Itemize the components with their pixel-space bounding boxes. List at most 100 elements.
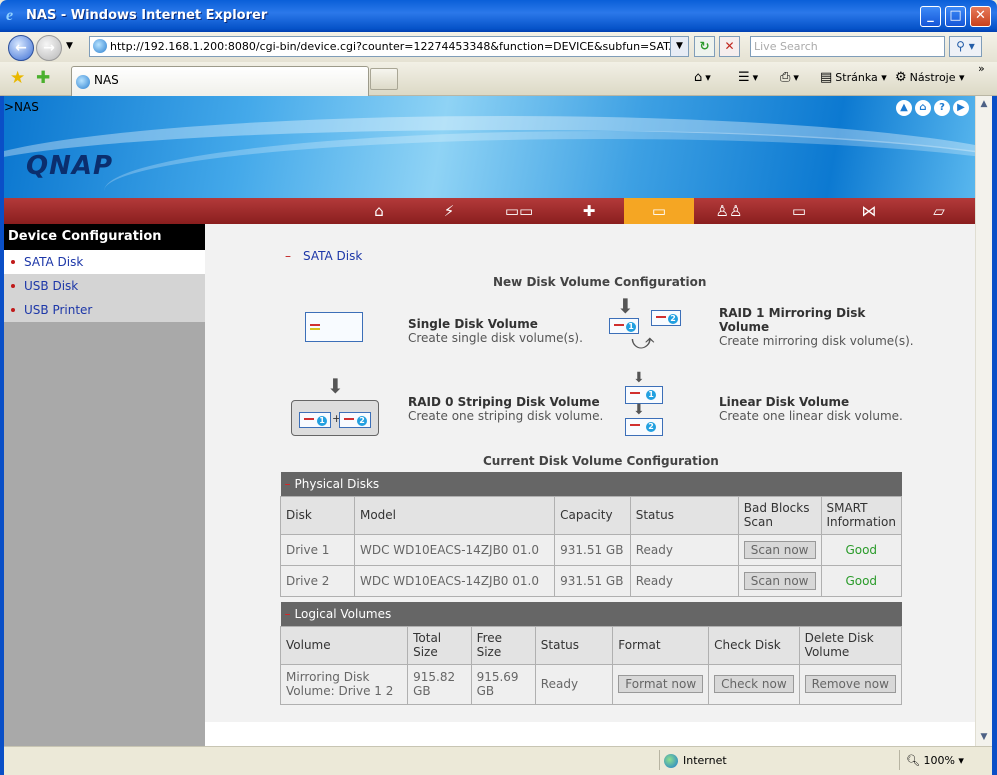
smart-status-link[interactable]: Good: [845, 574, 877, 588]
cell-disk: Drive 1: [280, 533, 355, 566]
nav-tools-icon[interactable]: ⋈: [834, 198, 904, 224]
close-button[interactable]: ✕: [970, 6, 991, 27]
sidebar-item-usb-printer[interactable]: USB Printer: [4, 298, 205, 322]
tab-nas[interactable]: NAS: [71, 66, 369, 96]
forward-button[interactable]: →: [36, 35, 62, 61]
scroll-up-icon[interactable]: ▲: [976, 96, 992, 113]
collapse-icon[interactable]: –: [285, 477, 291, 491]
raid0-striping-icon[interactable]: ⬇ 1 + 2: [291, 374, 379, 436]
cell-scan: Scan now: [737, 533, 822, 566]
table-row: Drive 2 WDC WD10EACS-14ZJB0 01.0 931.51 …: [280, 564, 902, 597]
history-dropdown-icon[interactable]: ▼: [66, 41, 73, 51]
column-header: Status: [629, 495, 739, 535]
nav-status-icon[interactable]: ▱: [904, 198, 974, 224]
option-title[interactable]: RAID 1 Mirroring Disk Volume: [719, 306, 879, 334]
scan-now-button[interactable]: Scan now: [743, 571, 816, 590]
favorites-star-icon[interactable]: ★: [10, 68, 25, 88]
cell-capacity: 931.51 GB: [554, 533, 631, 566]
bullet-icon: [11, 284, 15, 288]
option-title[interactable]: Single Disk Volume: [408, 317, 538, 331]
nav-users-icon[interactable]: ♙♙: [694, 198, 764, 224]
search-icon[interactable]: ⚲ ▾: [949, 36, 982, 57]
address-field[interactable]: http://192.168.1.200:8080/cgi-bin/device…: [89, 36, 689, 57]
format-now-button[interactable]: Format now: [618, 675, 704, 693]
vertical-scrollbar[interactable]: ▲ ▼: [975, 96, 992, 746]
caption-label: Physical Disks: [294, 476, 380, 491]
sidebar-item-usb-disk[interactable]: USB Disk: [4, 274, 205, 298]
cell-volume: Mirroring Disk Volume: Drive 1 2: [279, 663, 409, 705]
check-now-button[interactable]: Check now: [714, 675, 794, 693]
sidebar-item-sata-disk[interactable]: SATA Disk: [4, 250, 205, 274]
home-button[interactable]: ⌂ ▾: [694, 70, 711, 85]
up-icon[interactable]: ▲: [896, 100, 912, 116]
scroll-down-icon[interactable]: ▼: [976, 729, 992, 746]
back-button[interactable]: ←: [8, 35, 34, 61]
remove-now-button[interactable]: Remove now: [804, 675, 896, 693]
cell-scan: Scan now: [737, 564, 822, 597]
qnap-logo: QNAP: [26, 151, 114, 181]
page-icon: [93, 39, 107, 53]
sidebar-item-label: SATA Disk: [24, 255, 84, 269]
disk-number: 1: [317, 416, 327, 426]
next-icon[interactable]: ▶: [953, 100, 969, 116]
option-title[interactable]: RAID 0 Striping Disk Volume: [408, 395, 600, 409]
minimize-button[interactable]: _: [920, 6, 941, 27]
scan-now-button[interactable]: Scan now: [743, 540, 816, 559]
nav-home-icon[interactable]: ⌂: [344, 198, 414, 224]
down-arrow-icon: ⬇: [633, 402, 645, 418]
disk-graphic: 2: [651, 310, 681, 326]
maximize-button[interactable]: □: [945, 6, 966, 27]
new-tab-button[interactable]: [370, 68, 398, 90]
disk-graphic: 2: [625, 418, 663, 436]
disk-led: [630, 424, 640, 426]
add-favorite-icon[interactable]: ✚: [36, 68, 50, 88]
cell-status: Ready: [629, 533, 739, 566]
stop-icon[interactable]: ✕: [719, 36, 740, 57]
disk-number: 2: [646, 422, 656, 432]
address-dropdown-icon[interactable]: ▼: [670, 36, 689, 57]
page-viewport: >NAS QNAP ▲ ⌂? ▶ ⌂ ⚡ ▭▭ ✚ ▭ ♙♙ ▭ ⋈ ▱ Devic…: [4, 96, 975, 746]
table-caption: – Physical Disks: [280, 472, 902, 496]
help-icon[interactable]: ?: [934, 100, 950, 116]
option-title[interactable]: Linear Disk Volume: [719, 395, 849, 409]
tools-menu[interactable]: ⚙ Nástroje ▾: [895, 70, 965, 85]
column-header: Check Disk: [708, 625, 800, 665]
nav-device-icon[interactable]: ▭: [624, 198, 694, 224]
nav-services-icon[interactable]: ✚: [554, 198, 624, 224]
more-chevron-icon[interactable]: »: [978, 62, 985, 75]
nav-system-icon[interactable]: ▭▭: [484, 198, 554, 224]
cell-smart: Good: [820, 564, 902, 597]
new-config-title: New Disk Volume Configuration: [493, 275, 707, 289]
linear-disk-icon[interactable]: ⬇ 1 ⬇ 2: [621, 370, 665, 440]
feeds-button[interactable]: ☰ ▾: [738, 70, 758, 85]
status-divider: [659, 750, 660, 770]
single-disk-volume-icon[interactable]: [305, 312, 363, 342]
print-button[interactable]: ⎙ ▾: [780, 70, 799, 85]
refresh-icon[interactable]: ↻: [694, 36, 715, 57]
zoom-control[interactable]: 🔍︎ 100% ▾: [906, 754, 964, 767]
cell-total: 915.82 GB: [407, 663, 472, 705]
security-zone: Internet: [664, 754, 727, 768]
nav-network-icon[interactable]: ⚡: [414, 198, 484, 224]
zoom-label: 100%: [923, 754, 955, 767]
cell-free: 915.69 GB: [470, 663, 536, 705]
cell-check: Check now: [708, 663, 800, 705]
nav-share-folder-icon[interactable]: ▭: [764, 198, 834, 224]
home-circle-icon[interactable]: ⌂: [915, 100, 931, 116]
current-config-title: Current Disk Volume Configuration: [483, 454, 719, 468]
smart-status-link[interactable]: Good: [845, 543, 877, 557]
collapse-icon: –: [285, 249, 291, 263]
down-arrow-icon: ⬇: [327, 374, 344, 398]
search-input[interactable]: Live Search: [750, 36, 945, 57]
bullet-icon: [11, 308, 15, 312]
column-header: SMART Information: [820, 495, 902, 535]
page-menu[interactable]: ▤ Stránka ▾: [820, 70, 887, 85]
sata-disk-section-link[interactable]: – SATA Disk: [285, 249, 362, 263]
disk-led: [310, 328, 320, 330]
column-header: Bad Blocks Scan: [737, 495, 822, 535]
collapse-icon[interactable]: –: [285, 607, 291, 621]
raid1-mirroring-icon[interactable]: ⬇ 1 2 ⤻: [609, 294, 683, 356]
column-header: Format: [612, 625, 710, 665]
column-header: Volume: [279, 625, 409, 665]
rss-icon: ☰: [738, 70, 750, 85]
